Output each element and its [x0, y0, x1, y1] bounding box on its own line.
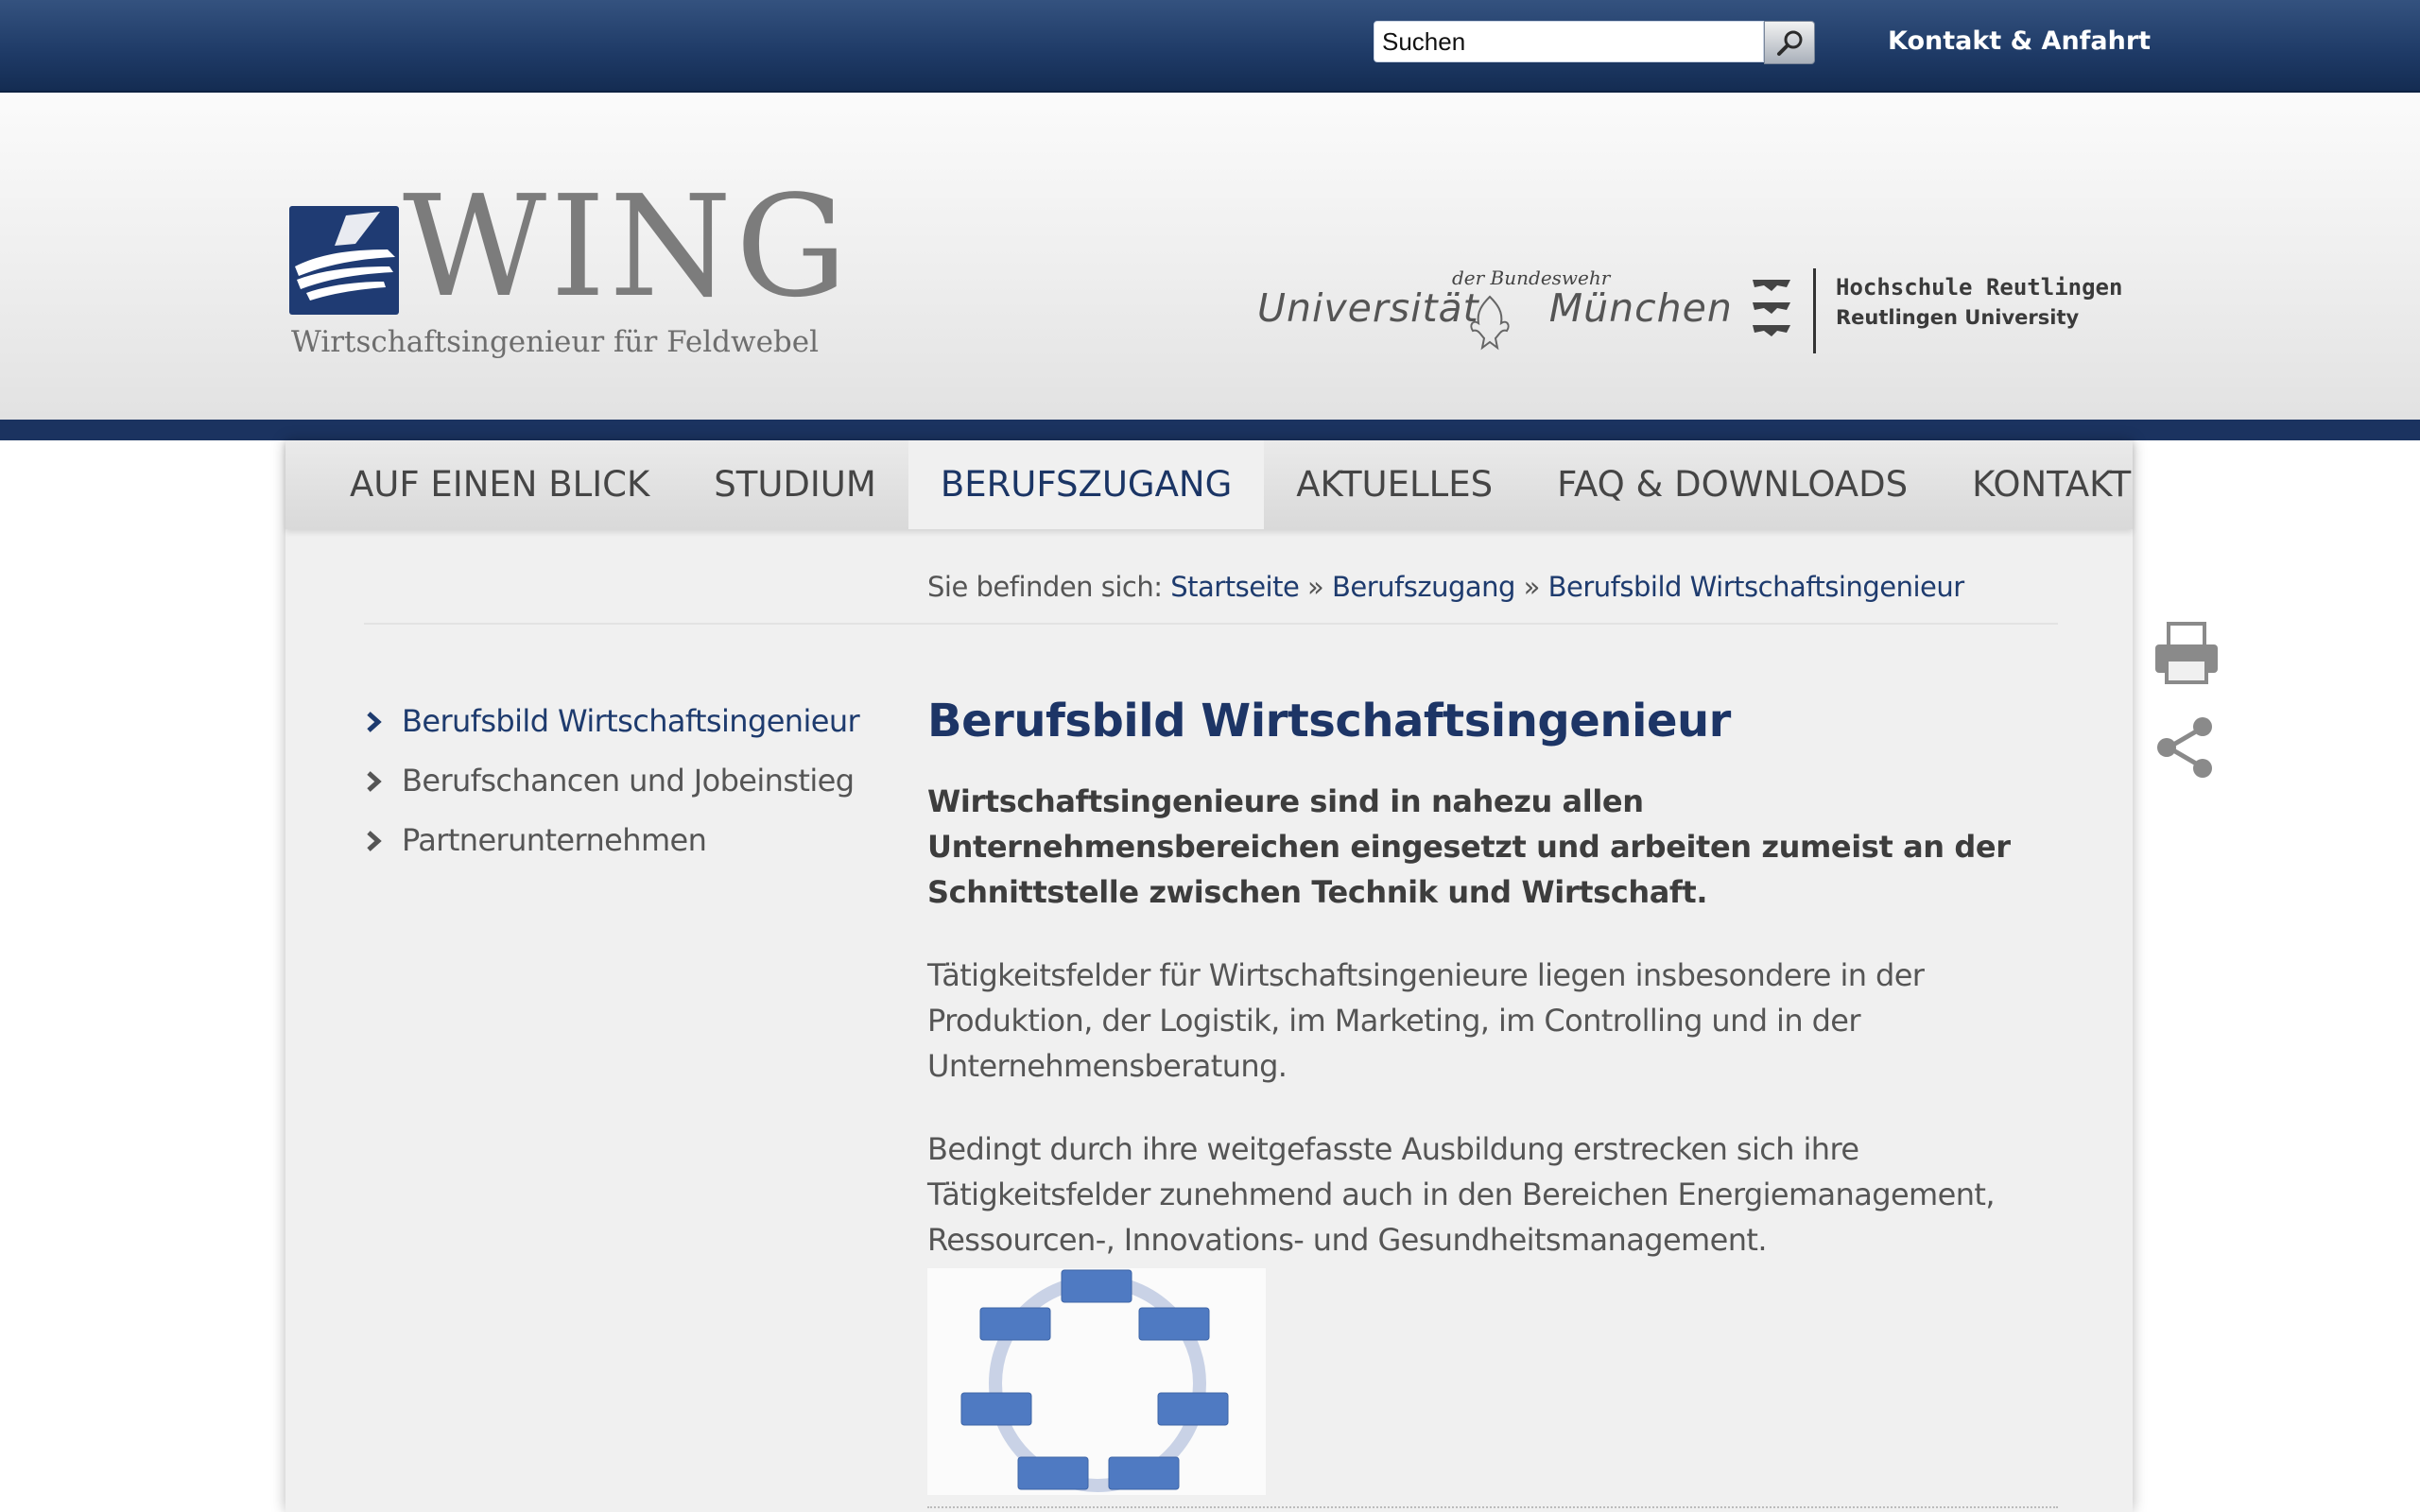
breadcrumb: Sie befinden sich: Startseite » Berufszu… — [927, 571, 1964, 603]
breadcrumb-divider — [364, 623, 2058, 625]
search-box — [1374, 21, 1816, 64]
unibw-left-text: Universität — [1257, 285, 1479, 331]
sidebar-item-label: Berufschancen und Jobeinstieg — [402, 763, 855, 799]
article-paragraph: Tätigkeitsfelder für Wirtschaftsingenieu… — [927, 957, 1925, 1084]
wing-emblem-icon — [289, 206, 399, 315]
magnifier-icon — [1777, 30, 1803, 56]
sidebar-item-berufsbild[interactable]: Berufsbild Wirtschaftsingenieur — [364, 701, 860, 761]
hsr-title: Hochschule Reutlingen — [1836, 274, 2123, 301]
hochschule-reutlingen-logo[interactable]: Hochschule Reutlingen Reutlingen Univers… — [1749, 268, 2127, 353]
main-navigation: AUF EINEN BLICK STUDIUM BERUFSZUGANG AKT… — [285, 440, 2133, 529]
logo-wordmark: WING — [403, 165, 852, 328]
sidebar-item-berufschancen[interactable]: Berufschancen und Jobeinstieg — [364, 761, 856, 820]
breadcrumb-berufszugang[interactable]: Berufszugang — [1332, 571, 1515, 603]
nav-studium[interactable]: STUDIUM — [682, 440, 908, 529]
article: Berufsbild Wirtschaftsingenieur Wirtscha… — [927, 688, 2058, 1263]
top-bar: Kontakt & Anfahrt — [0, 0, 2420, 93]
chevron-right-icon — [367, 831, 382, 851]
article-lead: Wirtschaftsingenieure sind in nahezu all… — [927, 783, 2011, 910]
breadcrumb-separator: » — [1307, 571, 1324, 603]
logo-divider — [1813, 268, 1816, 353]
breadcrumb-startseite[interactable]: Startseite — [1170, 571, 1300, 603]
cycle-diagram-graphic — [960, 1269, 1229, 1492]
nav-faq-downloads[interactable]: FAQ & DOWNLOADS — [1525, 440, 1940, 529]
lions-emblem-icon — [1753, 280, 1790, 336]
hsr-subtitle: Reutlingen University — [1836, 306, 2080, 329]
unibw-logo[interactable]: der Bundeswehr Universität München — [1257, 266, 1732, 361]
career-fields-diagram-image[interactable] — [927, 1268, 1266, 1495]
sidebar-navigation: Berufsbild Wirtschaftsingenieur Berufsch… — [364, 701, 860, 880]
dotted-divider — [927, 1506, 2058, 1508]
share-icon[interactable] — [2155, 716, 2216, 779]
breadcrumb-prefix: Sie befinden sich: — [927, 571, 1163, 603]
breadcrumb-current[interactable]: Berufsbild Wirtschaftsingenieur — [1548, 571, 1965, 603]
breadcrumb-separator: » — [1523, 571, 1541, 603]
sidebar-item-partnerunternehmen[interactable]: Partnerunternehmen — [364, 820, 856, 880]
unibw-right-text: München — [1548, 285, 1733, 331]
wing-logo[interactable]: WING Wirtschaftsingenieur für Feldwebel — [289, 176, 856, 367]
print-icon[interactable] — [2153, 622, 2220, 684]
search-button[interactable] — [1764, 21, 1815, 64]
logo-subtitle: Wirtschaftsingenieur für Feldwebel — [291, 325, 820, 359]
nav-aktuelles[interactable]: AKTUELLES — [1264, 440, 1525, 529]
chevron-right-icon — [367, 712, 382, 732]
page-title: Berufsbild Wirtschaftsingenieur — [927, 695, 1731, 747]
sidebar-item-label: Partnerunternehmen — [402, 822, 707, 858]
article-paragraph: Bedingt durch ihre weitgefasste Ausbildu… — [927, 1131, 1996, 1258]
contact-directions-link[interactable]: Kontakt & Anfahrt — [1888, 23, 2151, 60]
eagle-emblem-icon — [1470, 295, 1510, 351]
sidebar-item-label: Berufsbild Wirtschaftsingenieur — [402, 703, 860, 739]
nav-berufszugang[interactable]: BERUFSZUGANG — [908, 440, 1265, 529]
nav-kontakt[interactable]: KONTAKT — [1940, 440, 2163, 529]
content-panel: AUF EINEN BLICK STUDIUM BERUFSZUGANG AKT… — [285, 440, 2133, 1512]
search-input[interactable] — [1374, 21, 1764, 62]
nav-auf-einen-blick[interactable]: AUF EINEN BLICK — [318, 440, 682, 529]
header-divider-bar — [0, 420, 2420, 440]
chevron-right-icon — [367, 771, 382, 792]
